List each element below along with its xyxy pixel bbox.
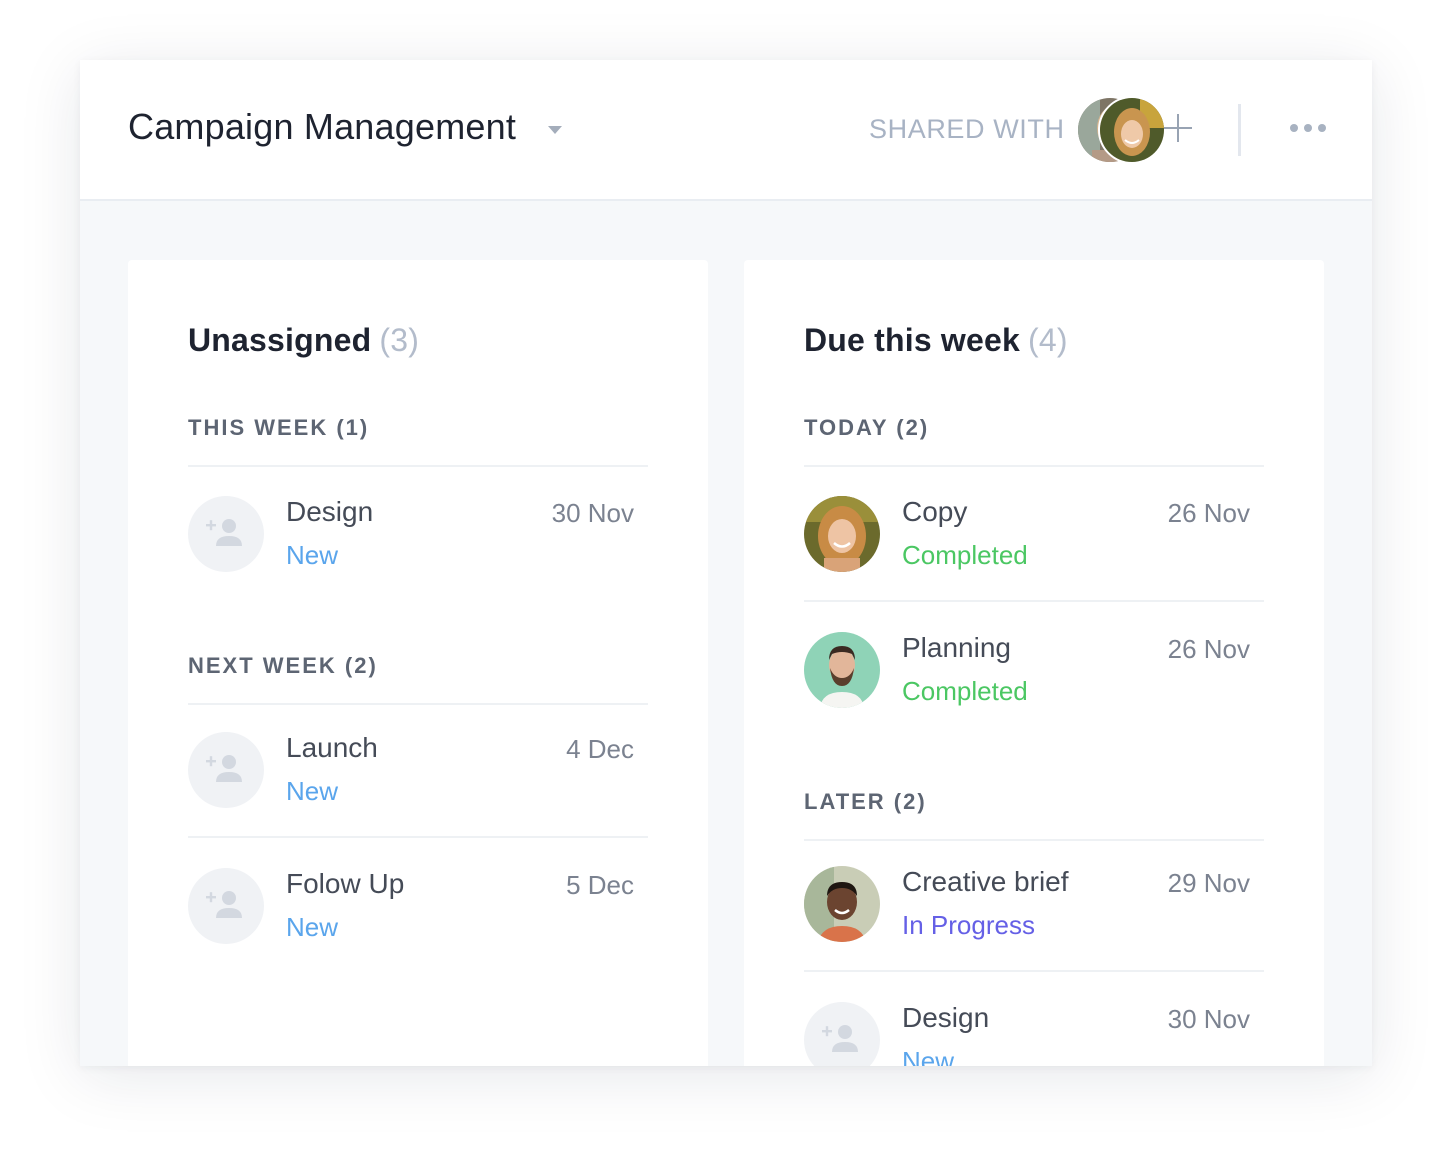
task-name: Folow Up: [286, 868, 405, 899]
more-options-icon[interactable]: [1290, 124, 1326, 134]
add-user-icon: [206, 755, 242, 782]
assign-user-avatar[interactable]: [188, 732, 264, 808]
task-status: New: [286, 776, 339, 806]
task-date: 26 Nov: [1167, 498, 1250, 528]
divider: [188, 703, 648, 705]
task-status: Completed: [902, 676, 1028, 706]
assign-user-avatar[interactable]: [804, 1002, 880, 1066]
woman-photo-icon: [1100, 98, 1164, 162]
assignee-avatar[interactable]: [804, 496, 880, 572]
divider: [188, 836, 648, 838]
divider: [804, 600, 1264, 602]
task-status: New: [902, 1046, 955, 1066]
divider: [804, 839, 1264, 841]
divider: [804, 970, 1264, 972]
task-status: New: [286, 540, 339, 570]
column-unassigned: Unassigned (3) THIS WEEK (1) Design New 3…: [128, 260, 708, 1066]
column-title: Unassigned (3): [188, 322, 420, 358]
assignee-avatar[interactable]: [804, 866, 880, 942]
task-date: 30 Nov: [1167, 1004, 1250, 1034]
divider: [188, 465, 648, 467]
task-status: In Progress: [902, 910, 1035, 940]
task-name: Launch: [286, 732, 378, 763]
man-smiling-photo-icon: [804, 866, 880, 942]
task-name: Creative brief: [902, 866, 1069, 897]
task-card[interactable]: Design New 30 Nov: [188, 496, 648, 596]
task-status: New: [286, 912, 339, 942]
task-status: Completed: [902, 540, 1028, 570]
board-title[interactable]: Campaign Management: [128, 106, 516, 148]
board-header: Campaign Management SHARED WITH: [80, 60, 1372, 201]
column-title: Due this week (4): [804, 322, 1068, 358]
add-share-button[interactable]: [1164, 114, 1192, 142]
column-due-this-week: Due this week (4) TODAY (2) Copy Complete…: [744, 260, 1324, 1066]
column-count: (4): [1028, 322, 1068, 358]
avatar[interactable]: [1098, 96, 1166, 164]
task-date: 30 Nov: [551, 498, 634, 528]
assignee-avatar[interactable]: [804, 632, 880, 708]
add-user-icon: [206, 519, 242, 546]
man-beard-photo-icon: [804, 632, 880, 708]
task-name: Design: [902, 1002, 990, 1033]
task-name: Copy: [902, 496, 968, 527]
section-label: TODAY (2): [804, 415, 930, 440]
task-date: 26 Nov: [1167, 634, 1250, 664]
add-user-icon: [822, 1025, 858, 1052]
shared-avatars[interactable]: [1076, 96, 1166, 164]
woman-blonde-photo-icon: [804, 496, 880, 572]
column-count: (3): [379, 322, 420, 358]
task-date: 4 Dec: [566, 734, 634, 764]
task-card[interactable]: Folow Up New 5 Dec: [188, 868, 648, 968]
task-card[interactable]: Design New 30 Nov: [804, 1002, 1264, 1066]
task-card[interactable]: Creative brief In Progress 29 Nov: [804, 866, 1264, 966]
assign-user-avatar[interactable]: [188, 868, 264, 944]
task-card[interactable]: Planning Completed 26 Nov: [804, 632, 1264, 732]
task-name: Design: [286, 496, 374, 527]
task-card[interactable]: Launch New 4 Dec: [188, 732, 648, 832]
task-card[interactable]: Copy Completed 26 Nov: [804, 496, 1264, 596]
shared-with-label: SHARED WITH: [869, 114, 1065, 144]
section-label: NEXT WEEK (2): [188, 653, 378, 678]
add-user-icon: [206, 891, 242, 918]
assign-user-avatar[interactable]: [188, 496, 264, 572]
header-divider: [1238, 104, 1241, 156]
section-label: LATER (2): [804, 789, 927, 814]
divider: [804, 465, 1264, 467]
task-date: 29 Nov: [1167, 868, 1250, 898]
board-window: Campaign Management SHARED WITH Unassign…: [80, 60, 1372, 1066]
section-label: THIS WEEK (1): [188, 415, 370, 440]
task-name: Planning: [902, 632, 1011, 663]
task-date: 5 Dec: [566, 870, 634, 900]
chevron-down-icon[interactable]: [548, 126, 562, 134]
